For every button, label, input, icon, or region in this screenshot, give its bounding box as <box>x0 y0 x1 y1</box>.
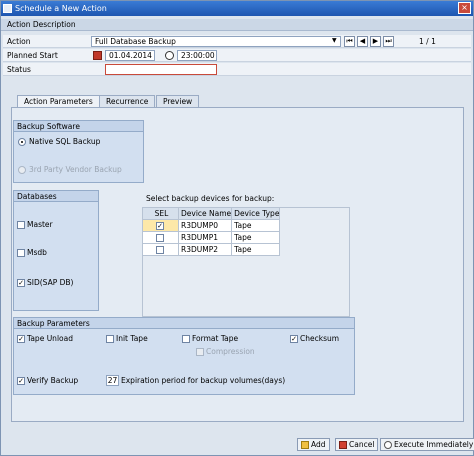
status-label: Status <box>7 65 31 74</box>
device-name-cell: R3DUMP2 <box>177 243 233 256</box>
execute-icon <box>384 441 392 449</box>
device-name-cell: R3DUMP1 <box>177 231 233 244</box>
sid-sap-db-checkbox[interactable]: ✓ <box>17 279 25 287</box>
table-row[interactable]: R3DUMP1 Tape <box>142 231 281 244</box>
window-icon <box>3 4 12 13</box>
devices-header-row: SEL Device Name Device Type <box>142 207 281 220</box>
action-select[interactable]: Full Database Backup <box>91 36 341 47</box>
execute-button-label: Execute Immediately <box>394 440 474 449</box>
chevron-down-icon[interactable]: ▼ <box>332 37 337 44</box>
init-tape-label: Init Tape <box>116 334 148 343</box>
device-type-cell: Tape <box>231 231 281 244</box>
native-sql-radio[interactable] <box>18 138 26 146</box>
date-input[interactable]: 01.04.2014 <box>105 50 155 61</box>
col-device-name: Device Name <box>177 207 233 220</box>
master-label: Master <box>27 220 53 229</box>
backup-parameters-header: Backup Parameters <box>14 318 354 329</box>
verify-backup-checkbox[interactable]: ✓ <box>17 377 25 385</box>
action-select-value: Full Database Backup <box>95 37 176 46</box>
master-checkbox[interactable] <box>17 221 25 229</box>
sel-checkbox-2[interactable] <box>156 246 164 254</box>
table-row[interactable]: R3DUMP2 Tape <box>142 243 281 256</box>
time-input[interactable]: 23:00:00 <box>177 50 217 61</box>
col-sel: SEL <box>142 207 179 220</box>
cancel-button-label: Cancel <box>349 440 375 449</box>
next-page-icon[interactable]: ▶ <box>370 36 381 47</box>
schedule-action-window: Schedule a New Action × Action Descripti… <box>0 0 474 456</box>
table-row[interactable]: ✓ R3DUMP0 Tape <box>142 219 281 232</box>
cancel-icon <box>339 441 347 449</box>
backup-software-group: Backup Software Native SQL Backup 3rd Pa… <box>13 120 144 183</box>
date-value: 01.04.2014 <box>109 51 152 60</box>
native-sql-label: Native SQL Backup <box>29 137 101 146</box>
tape-unload-checkbox[interactable]: ✓ <box>17 335 25 343</box>
device-type-cell: Tape <box>231 243 281 256</box>
backup-parameters-group: Backup Parameters ✓ Tape Unload Init Tap… <box>13 317 355 395</box>
compression-checkbox <box>196 348 204 356</box>
sid-sap-db-label: SID(SAP DB) <box>27 278 74 287</box>
col-device-type: Device Type <box>231 207 281 220</box>
compression-label: Compression <box>206 347 255 356</box>
planned-start-label: Planned Start <box>7 51 58 60</box>
checksum-label: Checksum <box>300 334 340 343</box>
title-bar: Schedule a New Action × <box>1 1 473 16</box>
execute-immediately-button[interactable]: Execute Immediately <box>380 438 474 451</box>
row-sel-cell[interactable] <box>142 231 179 244</box>
databases-group: Databases Master Msdb ✓ SID(SAP DB) <box>13 190 99 311</box>
databases-header: Databases <box>14 191 98 202</box>
third-party-radio <box>18 166 26 174</box>
sel-checkbox-1[interactable] <box>156 234 164 242</box>
tab-preview[interactable]: Preview <box>156 95 200 107</box>
close-button[interactable]: × <box>458 2 471 14</box>
backup-software-header: Backup Software <box>14 121 143 132</box>
format-tape-label: Format Tape <box>192 334 239 343</box>
add-icon <box>301 441 309 449</box>
device-name-cell: R3DUMP0 <box>177 219 233 232</box>
status-row <box>3 63 471 76</box>
action-description-header: Action Description <box>1 19 473 31</box>
format-tape-checkbox[interactable] <box>182 335 190 343</box>
msdb-label: Msdb <box>27 248 47 257</box>
previous-page-icon[interactable]: ◀ <box>357 36 368 47</box>
add-button[interactable]: Add <box>297 438 330 451</box>
checksum-checkbox[interactable]: ✓ <box>290 335 298 343</box>
clock-icon[interactable] <box>165 51 174 60</box>
devices-table: SEL Device Name Device Type ✓ R3DUMP0 Ta… <box>142 207 281 256</box>
tab-recurrence[interactable]: Recurrence <box>99 95 156 107</box>
row-sel-cell[interactable]: ✓ <box>142 219 179 232</box>
last-page-icon[interactable]: ⏭ <box>383 36 394 47</box>
devices-prompt: Select backup devices for backup: <box>146 194 275 203</box>
cancel-button[interactable]: Cancel <box>335 438 379 451</box>
expiration-label: Expiration period for backup volumes(day… <box>121 376 286 385</box>
calendar-icon[interactable] <box>93 51 102 60</box>
verify-backup-label: Verify Backup <box>27 376 79 385</box>
planned-start-row <box>3 49 471 62</box>
sel-checkbox-0[interactable]: ✓ <box>156 222 164 230</box>
init-tape-checkbox[interactable] <box>106 335 114 343</box>
expiration-input[interactable]: 27 <box>106 375 119 386</box>
tape-unload-label: Tape Unload <box>27 334 73 343</box>
row-sel-cell[interactable] <box>142 243 179 256</box>
msdb-checkbox[interactable] <box>17 249 25 257</box>
page-counter: 1 / 1 <box>419 37 436 46</box>
window-title: Schedule a New Action <box>15 4 107 13</box>
add-button-label: Add <box>311 440 326 449</box>
first-page-icon[interactable]: ⏮ <box>344 36 355 47</box>
device-type-cell: Tape <box>231 219 281 232</box>
time-value: 23:00:00 <box>181 51 215 60</box>
action-label: Action <box>7 37 31 46</box>
third-party-label: 3rd Party Vendor Backup <box>29 165 122 174</box>
status-field <box>105 64 217 75</box>
